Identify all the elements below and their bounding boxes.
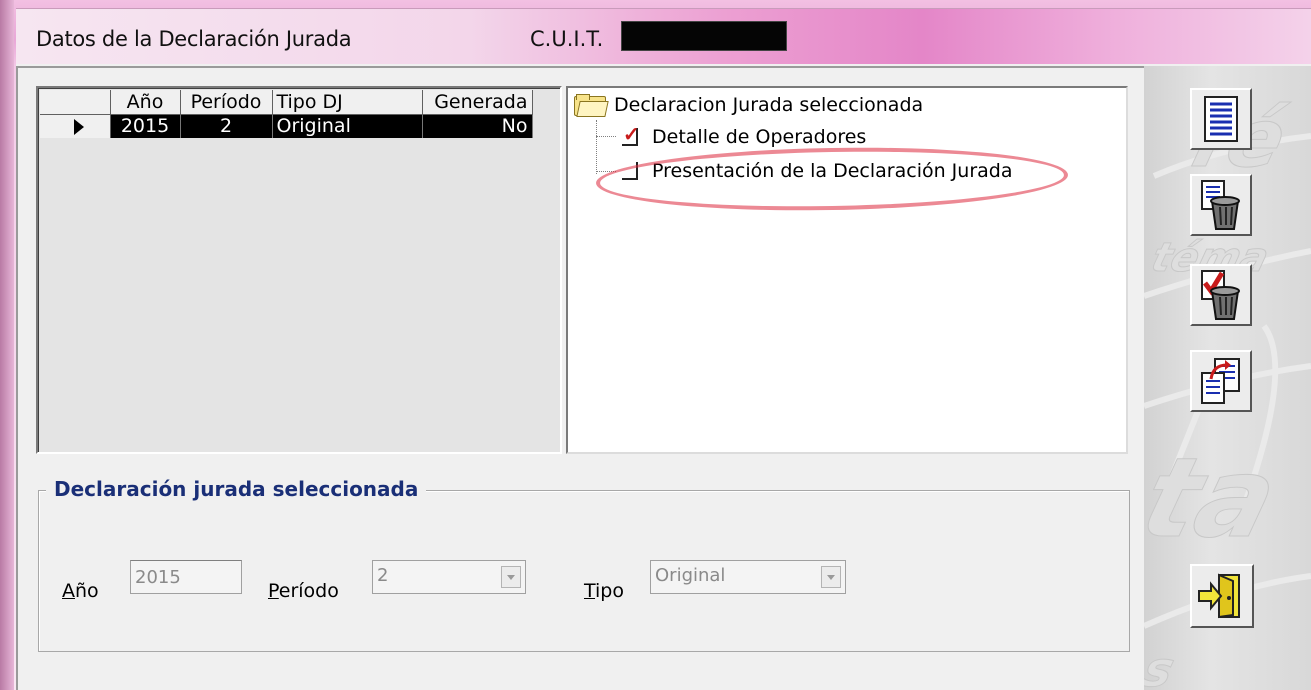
folder-open-icon [574, 94, 609, 117]
periodo-select-value: 2 [377, 565, 389, 586]
svg-text:entas: entas [1144, 642, 1180, 690]
header-indicator [40, 90, 111, 115]
tree-root[interactable]: Declaracion Jurada seleccionada [574, 94, 924, 117]
cell-periodo[interactable]: 2 [180, 114, 273, 138]
cell-generada[interactable]: No [422, 114, 533, 138]
delete-checked-button[interactable] [1190, 264, 1252, 326]
tipo-label: Tipo [584, 580, 624, 602]
tree-connector [596, 136, 616, 137]
exit-door-icon [1198, 573, 1240, 619]
tipo-select-value: Original [655, 565, 726, 586]
current-row-arrow-icon [74, 118, 84, 135]
tree-item-label: Detalle de Operadores [652, 126, 867, 148]
anio-input[interactable] [130, 560, 242, 594]
cell-tipo[interactable]: Original [272, 114, 423, 138]
tree-root-label: Declaracion Jurada seleccionada [614, 94, 924, 116]
tree-connector [596, 120, 597, 174]
header-anio[interactable]: Año [110, 90, 181, 115]
cuit-redacted-value [621, 21, 787, 51]
tree-item-detalle-operadores[interactable]: ✓ Detalle de Operadores [622, 125, 867, 148]
anio-label: Año [62, 580, 99, 602]
view-document-button[interactable] [1190, 88, 1252, 150]
header-generada[interactable]: Generada [422, 90, 533, 115]
window-title: Datos de la Declaración Jurada [36, 27, 352, 51]
copy-document-icon [1201, 358, 1240, 404]
header-periodo[interactable]: Período [180, 90, 273, 115]
svg-text:nta: nta [1144, 435, 1290, 563]
chevron-down-icon[interactable] [501, 566, 521, 588]
checkbox-checked-icon[interactable]: ✓ [622, 125, 640, 146]
declarations-grid[interactable]: Año Período Tipo DJ Generada 2015 2 Orig… [36, 86, 562, 454]
groupbox-title: Declaración jurada seleccionada [46, 477, 427, 501]
exit-button[interactable] [1190, 564, 1254, 628]
periodo-select[interactable]: 2 [372, 560, 526, 594]
chevron-down-icon[interactable] [821, 566, 841, 588]
table-header-row: Año Período Tipo DJ Generada [40, 90, 533, 115]
header-tipo-dj[interactable]: Tipo DJ [272, 90, 423, 115]
delete-document-button[interactable] [1190, 174, 1252, 236]
declaration-tree[interactable]: Declaracion Jurada seleccionada ✓ Detall… [566, 86, 1128, 454]
tipo-select[interactable]: Original [650, 560, 846, 594]
periodo-label: Período [268, 580, 339, 602]
cell-anio[interactable]: 2015 [110, 114, 181, 138]
document-list-icon [1204, 96, 1238, 142]
window-left-frame [0, 0, 14, 690]
declarations-table: Año Período Tipo DJ Generada 2015 2 Orig… [40, 90, 533, 138]
copy-document-button[interactable] [1190, 350, 1252, 412]
trash-check-icon [1201, 270, 1240, 320]
row-indicator [40, 114, 111, 138]
table-row[interactable]: 2015 2 Original No [40, 114, 533, 138]
trash-document-icon [1201, 180, 1240, 230]
cuit-label: C.U.I.T. [530, 27, 604, 51]
